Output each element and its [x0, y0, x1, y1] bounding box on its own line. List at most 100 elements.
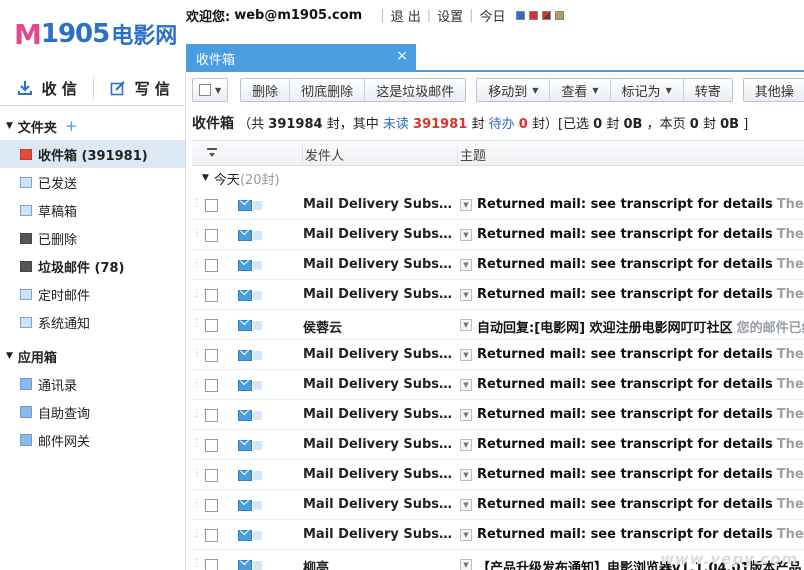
preview: The origi — [776, 257, 804, 272]
sidebar-item-gateway[interactable]: 邮件网关 — [0, 426, 185, 454]
pending-link[interactable]: 待办 — [489, 117, 515, 132]
expand-icon[interactable]: ▼ — [460, 349, 472, 361]
mail-list-header: 发件人 主题 — [192, 140, 804, 166]
today-link[interactable]: 今日 — [480, 6, 506, 25]
sender: Mail Delivery Subsys... — [303, 347, 453, 362]
mail-row[interactable]: ⋮⋮ Mail Delivery Subsys... ▼ Returned ma… — [192, 520, 804, 550]
sender: Mail Delivery Subsys... — [303, 377, 453, 392]
expand-icon[interactable]: ▼ — [460, 379, 472, 391]
folders-section-header[interactable]: ▼ 文件夹 + — [0, 112, 185, 140]
other-actions-button[interactable]: 其他操 — [742, 78, 804, 102]
expand-icon[interactable]: ▼ — [460, 529, 472, 541]
folder-icon — [20, 204, 32, 216]
row-checkbox[interactable] — [205, 409, 218, 422]
expand-icon[interactable]: ▼ — [460, 229, 472, 241]
compose-button[interactable]: 写 信 — [92, 78, 186, 99]
skin-gold-icon[interactable] — [554, 11, 564, 20]
row-checkbox[interactable] — [205, 559, 218, 570]
preview: The origi — [776, 227, 804, 242]
subject: Returned mail: see transcript for detail… — [477, 467, 804, 482]
select-all-dropdown[interactable]: ▼ — [192, 78, 229, 102]
sender: Mail Delivery Subsys... — [303, 437, 453, 452]
unread-link[interactable]: 未读 — [383, 117, 409, 132]
sidebar-item-drafts[interactable]: 草稿箱 — [0, 196, 185, 224]
sidebar-item-notifications[interactable]: 系统通知 — [0, 308, 185, 336]
preview: The origi — [776, 407, 804, 422]
subject: Returned mail: see transcript for detail… — [477, 257, 804, 272]
mail-row[interactable]: ⋮⋮ Mail Delivery Subsys... ▼ Returned ma… — [192, 460, 804, 490]
preview: The origi — [776, 347, 804, 362]
mail-row[interactable]: ⋮⋮ Mail Delivery Subsys... ▼ Returned ma… — [192, 250, 804, 280]
column-subject[interactable]: 主题 — [457, 145, 486, 164]
row-checkbox[interactable] — [205, 319, 218, 332]
mail-row[interactable]: ⋮⋮ Mail Delivery Subsys... ▼ Returned ma… — [192, 430, 804, 460]
mail-row[interactable]: ⋮⋮ Mail Delivery Subsys... ▼ Returned ma… — [192, 340, 804, 370]
skin-red-icon[interactable] — [528, 11, 538, 20]
expand-icon[interactable]: ▼ — [460, 259, 472, 271]
sender: Mail Delivery Subsys... — [303, 407, 453, 422]
mail-row[interactable]: ⋮⋮ Mail Delivery Subsys... ▼ Returned ma… — [192, 400, 804, 430]
unread-mail-icon — [234, 440, 262, 451]
select-all-checkbox[interactable] — [199, 84, 211, 96]
receive-button[interactable]: 收 信 — [0, 78, 93, 99]
move-to-button[interactable]: 移动到 ▼ — [477, 79, 549, 101]
mark-spam-button[interactable]: 这是垃圾邮件 — [364, 79, 465, 101]
mail-row[interactable]: ⋮⋮ Mail Delivery Subsys... ▼ Returned ma… — [192, 190, 804, 220]
sidebar-item-spam[interactable]: 垃圾邮件 (78) — [0, 252, 185, 280]
watermark: www.vepy.com — [660, 550, 798, 568]
row-checkbox[interactable] — [205, 349, 218, 362]
row-checkbox[interactable] — [205, 379, 218, 392]
forward-button[interactable]: 转寄 — [682, 79, 732, 101]
expand-icon[interactable]: ▼ — [460, 469, 472, 481]
sidebar-item-deleted[interactable]: 已删除 — [0, 224, 185, 252]
sidebar-item-query[interactable]: 自助查询 — [0, 398, 185, 426]
row-checkbox[interactable] — [205, 499, 218, 512]
view-button[interactable]: 查看 ▼ — [549, 79, 609, 101]
row-checkbox[interactable] — [205, 469, 218, 482]
sidebar-item-contacts[interactable]: 通讯录 — [0, 370, 185, 398]
sidebar-item-sent[interactable]: 已发送 — [0, 168, 185, 196]
spam-folder-icon — [20, 260, 32, 272]
row-checkbox[interactable] — [205, 439, 218, 452]
sender: Mail Delivery Subsys... — [303, 227, 453, 242]
skin-blue-icon[interactable] — [515, 11, 525, 20]
m1905-logo[interactable]: M 1905 电影网 — [14, 18, 177, 51]
row-checkbox[interactable] — [205, 529, 218, 542]
skin-mixed-icon[interactable] — [541, 11, 551, 20]
sort-icon[interactable] — [206, 147, 218, 159]
row-checkbox[interactable] — [205, 289, 218, 302]
mail-row[interactable]: ⋮⋮ Mail Delivery Subsys... ▼ Returned ma… — [192, 370, 804, 400]
sidebar-item-inbox[interactable]: 收件箱 (391981) — [0, 140, 185, 168]
mail-row[interactable]: ⋮⋮ Mail Delivery Subsys... ▼ Returned ma… — [192, 220, 804, 250]
mark-as-button[interactable]: 标记为 ▼ — [609, 79, 683, 101]
expand-icon[interactable]: ▼ — [460, 439, 472, 451]
gateway-icon — [20, 434, 32, 446]
permanent-delete-button[interactable]: 彻底删除 — [289, 79, 364, 101]
group-today[interactable]: ▼ 今天 (20封) — [192, 166, 804, 190]
expand-icon[interactable]: ▼ — [460, 319, 472, 331]
expand-icon[interactable]: ▼ — [460, 289, 472, 301]
add-folder-icon[interactable]: + — [65, 117, 78, 135]
row-checkbox[interactable] — [205, 259, 218, 272]
apps-section-header[interactable]: ▼ 应用箱 — [0, 342, 185, 370]
preview: The origi — [776, 527, 804, 542]
column-from[interactable]: 发件人 — [302, 145, 344, 164]
row-checkbox[interactable] — [205, 199, 218, 212]
preview: The origi — [776, 377, 804, 392]
expand-icon[interactable]: ▼ — [460, 409, 472, 421]
delete-button[interactable]: 删除 — [241, 79, 289, 101]
settings-link[interactable]: 设置 — [437, 6, 463, 25]
sidebar: 收 信 写 信 ▼ 文件夹 + 收件箱 (391981) 已发送 草稿箱 已删除… — [0, 72, 186, 570]
row-checkbox[interactable] — [205, 229, 218, 242]
action-button-group: 移动到 ▼ 查看 ▼ 标记为 ▼ 转寄 — [476, 78, 733, 102]
mail-row[interactable]: ⋮⋮ Mail Delivery Subsys... ▼ Returned ma… — [192, 280, 804, 310]
mail-row[interactable]: ⋮⋮ Mail Delivery Subsys... ▼ Returned ma… — [192, 490, 804, 520]
expand-icon[interactable]: ▼ — [460, 499, 472, 511]
expand-icon[interactable]: ▼ — [460, 559, 472, 570]
tab-close-icon[interactable]: × — [396, 48, 408, 64]
sidebar-item-scheduled[interactable]: 定时邮件 — [0, 280, 185, 308]
tab-inbox[interactable]: 收件箱 × — [186, 44, 416, 72]
mail-row[interactable]: ⋮⋮ 侯蓉云 ▼ 自动回复:[电影网] 欢迎注册电影网叮叮社区您的邮件已经 — [192, 310, 804, 340]
expand-icon[interactable]: ▼ — [460, 199, 472, 211]
logout-link[interactable]: 退 出 — [391, 6, 421, 25]
